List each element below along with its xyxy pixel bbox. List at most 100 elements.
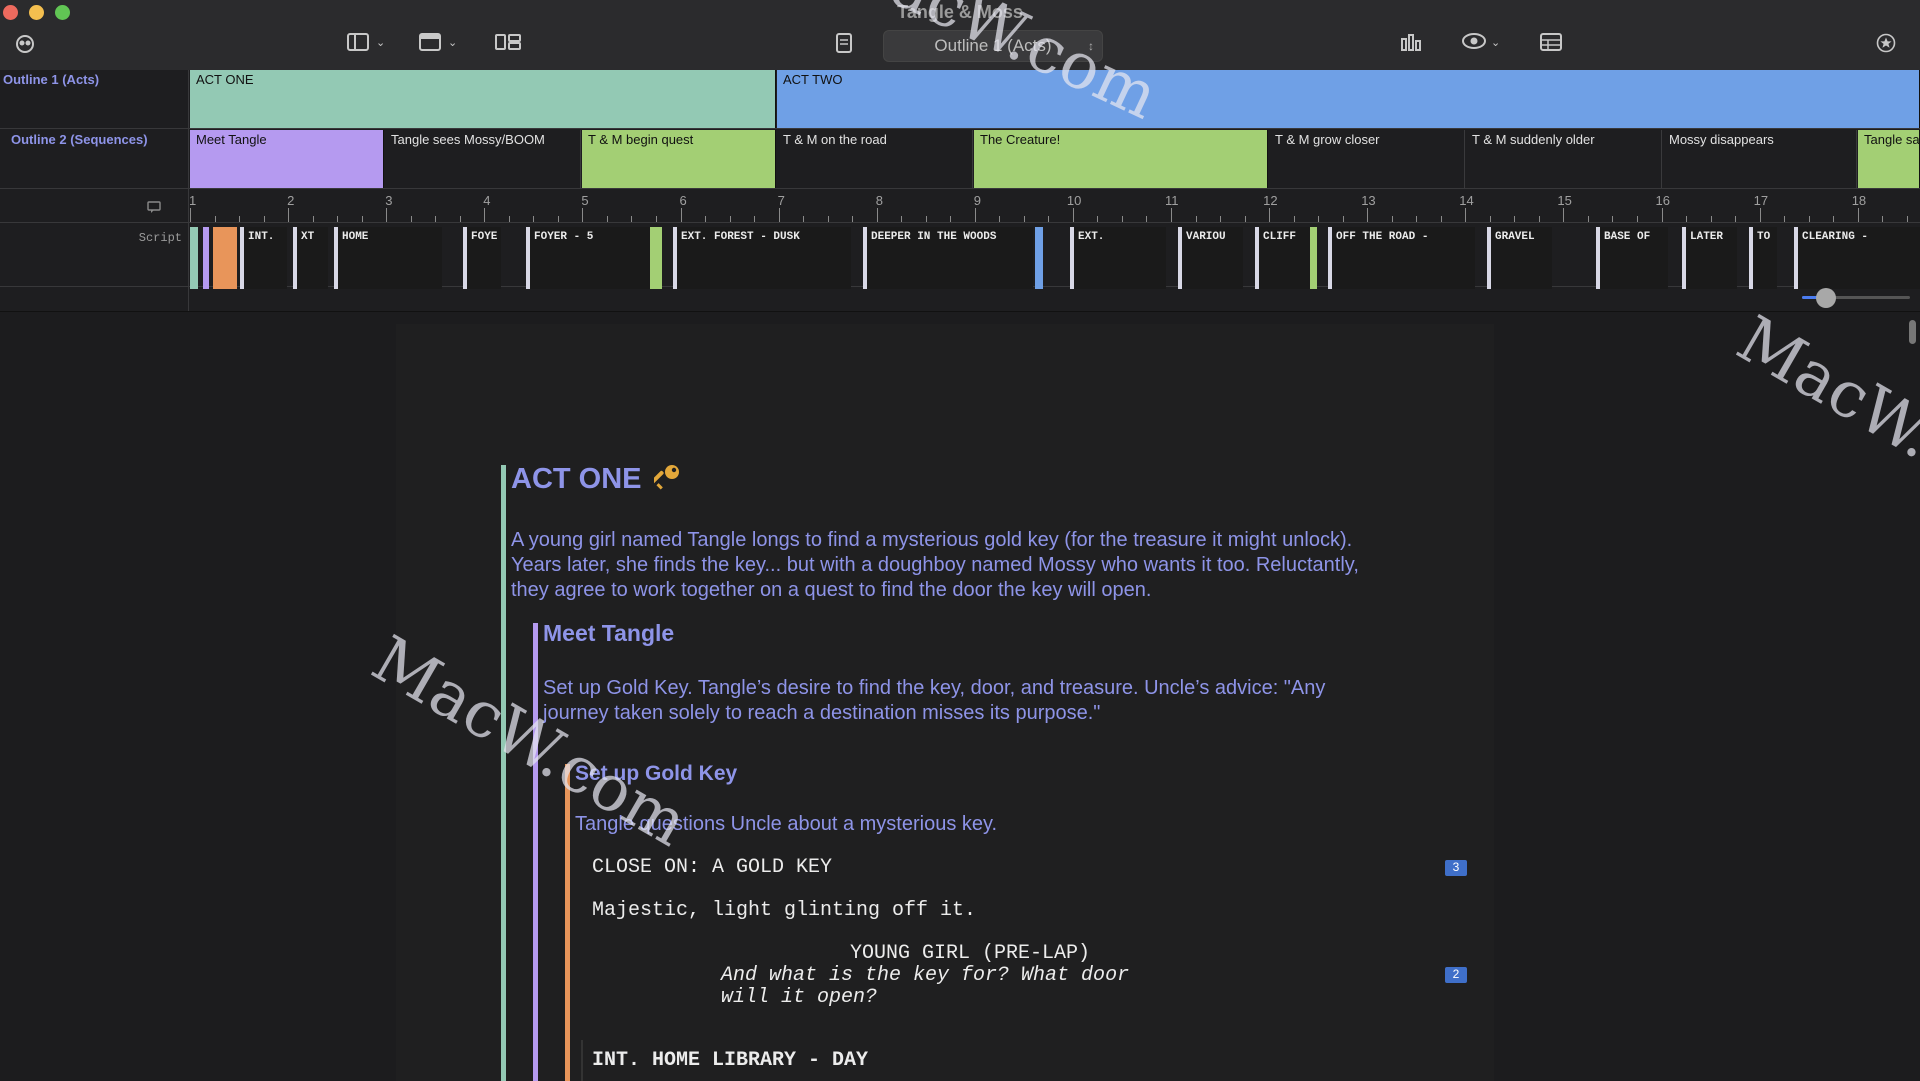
action-line[interactable]: Majestic, light glinting off it. bbox=[592, 899, 976, 922]
sequence-card[interactable]: Tangle sa bbox=[1858, 130, 1920, 188]
eye-icon[interactable] bbox=[1462, 33, 1486, 49]
script-scene-block[interactable]: TO bbox=[1749, 227, 1777, 289]
ruler-tick bbox=[435, 216, 437, 222]
act-card-label: ACT ONE bbox=[196, 72, 254, 87]
sequence-card[interactable]: T & M grow closer bbox=[1269, 130, 1465, 188]
ruler-tick bbox=[312, 216, 314, 222]
ruler-number: 10 bbox=[1066, 193, 1082, 208]
scene-divider bbox=[581, 1040, 583, 1081]
star-badge-icon[interactable] bbox=[1876, 33, 1896, 53]
script-scene-block[interactable]: EXT. FOREST - DUSK bbox=[673, 227, 851, 289]
script-editor[interactable]: ACT ONE A young girl named Tangle longs … bbox=[0, 311, 1920, 1081]
script-scene-block[interactable]: EXT. bbox=[1070, 227, 1166, 289]
chevron-down-icon[interactable]: ⌄ bbox=[1491, 36, 1500, 49]
dialogue-line[interactable]: will it open? bbox=[721, 986, 877, 1009]
dialogue-line[interactable]: And what is the key for? What door bbox=[721, 964, 1129, 987]
comment-icon[interactable] bbox=[147, 201, 161, 219]
sequence-card[interactable]: Meet Tangle bbox=[190, 130, 384, 188]
ruler-tick bbox=[484, 208, 486, 222]
character-name[interactable]: YOUNG GIRL (PRE-LAP) bbox=[850, 942, 1090, 965]
script-scene-block[interactable]: CLIFF bbox=[1255, 227, 1310, 289]
ruler-tick bbox=[1686, 216, 1688, 222]
sequence-summary[interactable]: Set up Gold Key. Tangle’s desire to find… bbox=[543, 676, 1393, 726]
scene-summary[interactable]: Tangle questions Uncle about a mysteriou… bbox=[575, 812, 1375, 837]
ruler-tick bbox=[1391, 216, 1393, 222]
script-scene-block[interactable]: CLEARING - bbox=[1794, 227, 1920, 289]
scene-outline-bar bbox=[565, 764, 570, 1081]
up-down-chevron-icon: ↕ bbox=[1088, 39, 1094, 53]
script-scene-block[interactable]: FOYE bbox=[463, 227, 501, 289]
ruler-tick bbox=[337, 216, 339, 222]
window-layout-icon[interactable] bbox=[419, 33, 441, 51]
zoom-slider-knob[interactable] bbox=[1815, 288, 1836, 308]
ruler-tick bbox=[1612, 216, 1614, 222]
sidebar-toggle-icon[interactable] bbox=[347, 33, 369, 51]
vertical-scrollbar[interactable] bbox=[1909, 320, 1916, 344]
sequence-card-label: T & M suddenly older bbox=[1472, 132, 1595, 147]
script-scene-block[interactable]: XT bbox=[293, 227, 328, 289]
sequence-card[interactable]: The Creature! bbox=[974, 130, 1268, 188]
sequence-title[interactable]: Meet Tangle bbox=[543, 620, 674, 647]
chevron-down-icon[interactable]: ⌄ bbox=[376, 36, 385, 49]
outline-selector[interactable]: Outline 1 (Acts) ↕ bbox=[883, 30, 1103, 62]
script-scene-block[interactable]: FOYER - 5 bbox=[526, 227, 650, 289]
act-heading[interactable]: ACT ONE bbox=[511, 463, 682, 496]
ruler-tick bbox=[778, 208, 780, 222]
script-scene-block[interactable]: BASE OF bbox=[1596, 227, 1668, 289]
act-summary[interactable]: A young girl named Tangle longs to find … bbox=[511, 528, 1391, 603]
script-scene-block[interactable]: INT. bbox=[240, 227, 287, 289]
ruler-tick bbox=[1489, 216, 1491, 222]
ruler-tick bbox=[1465, 208, 1467, 222]
ruler-number: 7 bbox=[777, 193, 785, 208]
scene-marker bbox=[213, 227, 237, 289]
document-icon[interactable] bbox=[836, 33, 852, 53]
ruler-tick bbox=[1833, 216, 1835, 222]
ruler-number: 5 bbox=[581, 193, 589, 208]
act-marker bbox=[190, 227, 198, 289]
stats-icon[interactable] bbox=[1400, 33, 1422, 51]
split-view-icon[interactable] bbox=[495, 33, 521, 51]
sequence-card[interactable]: T & M on the road bbox=[777, 130, 973, 188]
chevron-down-icon[interactable]: ⌄ bbox=[448, 36, 457, 49]
sequence-card[interactable]: T & M suddenly older bbox=[1466, 130, 1662, 188]
action-line[interactable]: CLOSE ON: A GOLD KEY bbox=[592, 856, 832, 879]
divider bbox=[188, 70, 189, 311]
ruler-tick bbox=[1146, 216, 1148, 222]
script-page[interactable]: ACT ONE A young girl named Tangle longs … bbox=[396, 324, 1494, 1081]
sequence-card[interactable]: T & M begin quest bbox=[582, 130, 776, 188]
ruler-tick bbox=[239, 216, 241, 222]
ruler-tick bbox=[1048, 216, 1050, 222]
scene-heading[interactable]: INT. HOME LIBRARY - DAY bbox=[592, 1049, 868, 1072]
key-icon bbox=[650, 463, 682, 495]
ruler-tick bbox=[1220, 216, 1222, 222]
collaborate-icon[interactable] bbox=[13, 33, 37, 55]
ruler-number: 4 bbox=[483, 193, 491, 208]
ruler-tick bbox=[705, 216, 707, 222]
script-scene-block[interactable]: DEEPER IN THE WOODS bbox=[863, 227, 1033, 289]
sequence-card-label: The Creature! bbox=[980, 132, 1061, 147]
ruler-tick bbox=[386, 208, 388, 222]
sequence-card[interactable]: Tangle sees Mossy/BOOM bbox=[385, 130, 581, 188]
table-view-icon[interactable] bbox=[1540, 33, 1562, 51]
ruler-tick bbox=[606, 216, 608, 222]
note-count-badge[interactable]: 3 bbox=[1445, 860, 1467, 876]
sequence-card[interactable]: Mossy disappears bbox=[1663, 130, 1857, 188]
ruler-tick bbox=[680, 208, 682, 222]
sequence-card-label: T & M begin quest bbox=[588, 132, 694, 147]
script-scene-block[interactable]: GRAVEL bbox=[1487, 227, 1552, 289]
ruler-tick bbox=[1367, 208, 1369, 222]
divider bbox=[0, 222, 1920, 223]
scene-title[interactable]: Set up Gold Key bbox=[575, 762, 737, 786]
script-scene-block[interactable]: LATER bbox=[1682, 227, 1737, 289]
ruler-tick bbox=[1587, 216, 1589, 222]
ruler-tick bbox=[974, 208, 976, 222]
act-card[interactable]: ACT ONE bbox=[190, 70, 776, 128]
script-scene-block[interactable]: OFF THE ROAD - bbox=[1328, 227, 1475, 289]
script-scene-block[interactable]: HOME bbox=[334, 227, 442, 289]
act-card[interactable]: ACT TWO bbox=[777, 70, 1920, 128]
ruler-tick bbox=[1882, 216, 1884, 222]
note-count-badge[interactable]: 2 bbox=[1445, 967, 1467, 983]
script-scene-block[interactable]: VARIOU bbox=[1178, 227, 1243, 289]
ruler-tick bbox=[1538, 216, 1540, 222]
ruler-tick bbox=[729, 216, 731, 222]
